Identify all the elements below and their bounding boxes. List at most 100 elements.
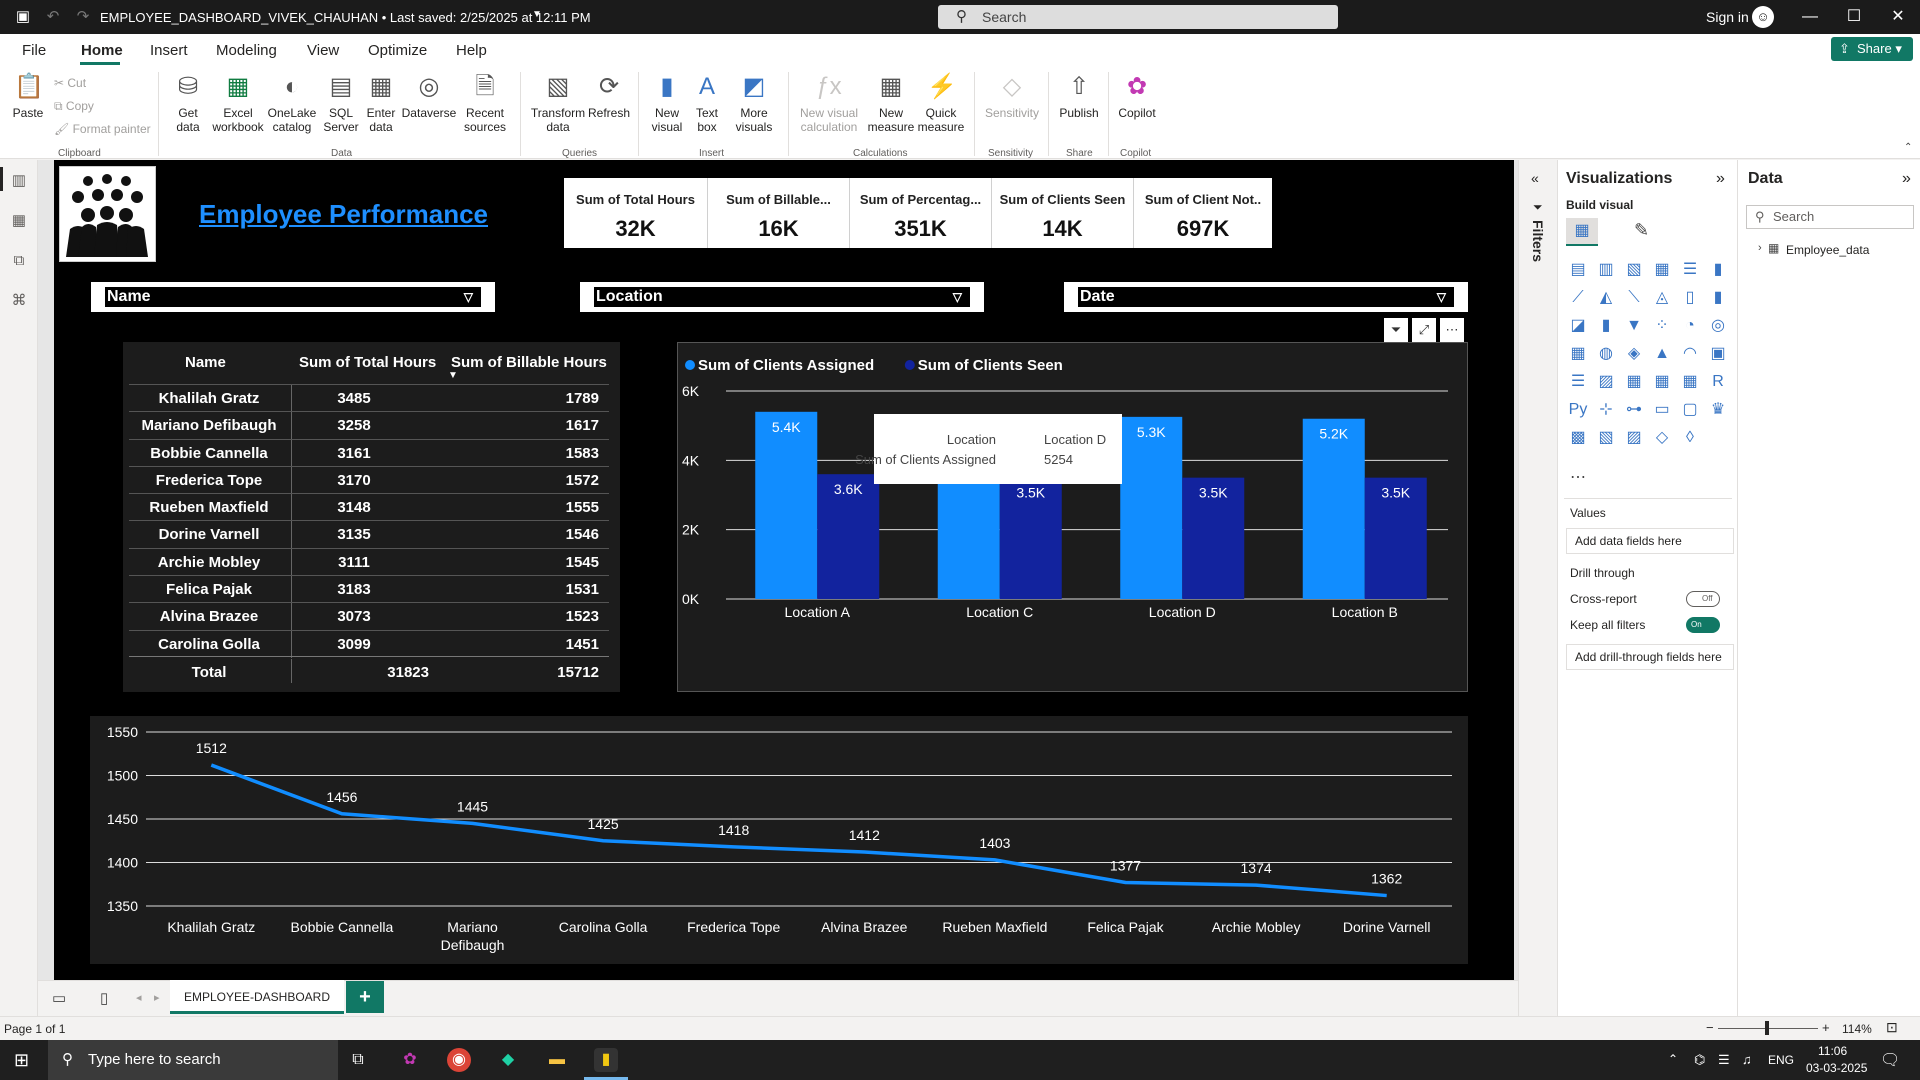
visual-type-icon[interactable]: ▮ bbox=[1596, 316, 1616, 336]
kpi-card[interactable]: Sum of Client Not.. 697K bbox=[1134, 178, 1272, 248]
quick-measure-button[interactable]: ⚡ Quick measure bbox=[916, 72, 966, 134]
menu-home[interactable]: Home bbox=[81, 42, 123, 59]
visual-type-icon[interactable]: ▩ bbox=[1568, 428, 1588, 448]
chevron-down-icon[interactable]: ▼ bbox=[532, 9, 542, 20]
chevron-down-icon[interactable]: ▽ bbox=[953, 287, 962, 307]
mobile-layout-icon[interactable]: ▯ bbox=[100, 989, 108, 1007]
maximize-icon[interactable]: ☐ bbox=[1832, 4, 1876, 30]
table-row[interactable]: Mariano Defibaugh 3258 1617 bbox=[129, 411, 609, 440]
name-slicer[interactable]: Name ▽ bbox=[91, 282, 495, 312]
visual-type-icon[interactable]: ▨ bbox=[1596, 372, 1616, 392]
new-visual-button[interactable]: ▮ New visual bbox=[646, 72, 688, 134]
visual-type-icon[interactable]: ◬ bbox=[1652, 288, 1672, 308]
visual-type-icon[interactable]: ▧ bbox=[1624, 260, 1644, 280]
next-page-icon[interactable]: ▸ bbox=[154, 991, 160, 1004]
onelake-catalog-button[interactable]: ◐ OneLake catalog bbox=[266, 72, 318, 134]
visual-type-icon[interactable]: ▮ bbox=[1708, 288, 1728, 308]
more-options-icon[interactable]: ⋯ bbox=[1440, 318, 1464, 342]
task-view-icon[interactable]: ⧉ bbox=[346, 1048, 370, 1072]
cut-button[interactable]: ✂ Cut bbox=[54, 76, 86, 90]
kpi-card[interactable]: Sum of Percentag... 351K bbox=[850, 178, 992, 248]
build-visual-tab-icon[interactable]: ▦ bbox=[1566, 218, 1598, 246]
menu-modeling[interactable]: Modeling bbox=[216, 42, 277, 59]
visual-type-icon[interactable]: ◔ bbox=[1680, 316, 1700, 336]
undo-icon[interactable]: ↶ bbox=[44, 8, 62, 26]
share-button[interactable]: ⇪ Share ▾ bbox=[1831, 37, 1913, 61]
visual-type-icon[interactable]: ⟍ bbox=[1624, 288, 1644, 308]
search-input[interactable]: ⚲ Search bbox=[938, 5, 1338, 29]
column-header-name[interactable]: Name bbox=[185, 354, 226, 371]
visual-type-icon[interactable]: ⁘ bbox=[1652, 316, 1672, 336]
visual-type-icon[interactable]: ◠ bbox=[1680, 344, 1700, 364]
visual-type-icon[interactable]: ▤ bbox=[1568, 260, 1588, 280]
dataverse-button[interactable]: ◎ Dataverse bbox=[400, 72, 458, 120]
kpi-card[interactable]: Sum of Billable... 16K bbox=[708, 178, 850, 248]
visual-type-icon[interactable]: ◎ bbox=[1708, 316, 1728, 336]
table-row[interactable]: Carolina Golla 3099 1451 bbox=[129, 629, 609, 658]
visual-type-icon[interactable]: ♛ bbox=[1708, 400, 1728, 420]
clock-date[interactable]: 03-03-2025 bbox=[1806, 1061, 1867, 1075]
menu-view[interactable]: View bbox=[307, 42, 339, 59]
publish-button[interactable]: ⇧ Publish bbox=[1054, 72, 1104, 120]
get-data-button[interactable]: ⛁ Get data bbox=[166, 72, 210, 134]
add-page-button[interactable]: + bbox=[346, 981, 384, 1013]
zoom-slider-thumb[interactable] bbox=[1765, 1021, 1769, 1035]
network-icon[interactable]: ⌬ bbox=[1694, 1052, 1705, 1068]
new-visual-calculation-button[interactable]: ƒx New visual calculation bbox=[796, 72, 862, 134]
collapse-pane-icon[interactable]: » bbox=[1902, 170, 1911, 188]
close-icon[interactable]: ✕ bbox=[1876, 4, 1920, 30]
values-well[interactable]: Add data fields here bbox=[1566, 528, 1734, 554]
visual-type-icon[interactable]: ▢ bbox=[1680, 400, 1700, 420]
visual-type-icon[interactable]: ◭ bbox=[1596, 288, 1616, 308]
new-measure-button[interactable]: ▦ New measure bbox=[866, 72, 916, 134]
visual-type-icon[interactable]: ☰ bbox=[1680, 260, 1700, 280]
column-header-total-hours[interactable]: Sum of Total Hours bbox=[299, 354, 436, 371]
report-view-icon[interactable]: ▥ bbox=[10, 172, 28, 190]
save-icon[interactable]: ▣ bbox=[14, 8, 32, 26]
document-title[interactable]: EMPLOYEE_DASHBOARD_VIVEK_CHAUHAN • Last … bbox=[100, 10, 591, 25]
sign-in-link[interactable]: Sign in bbox=[1706, 9, 1749, 25]
visual-type-icon[interactable]: ◊ bbox=[1680, 428, 1700, 448]
table-row[interactable]: Frederica Tope 3170 1572 bbox=[129, 465, 609, 494]
menu-help[interactable]: Help bbox=[456, 42, 487, 59]
minimize-icon[interactable]: — bbox=[1788, 4, 1832, 30]
visual-type-icon[interactable]: ▲ bbox=[1652, 344, 1672, 364]
desktop-layout-icon[interactable]: ▭ bbox=[52, 989, 66, 1007]
visual-type-icon[interactable]: Py bbox=[1568, 400, 1588, 420]
text-box-button[interactable]: A Text box bbox=[690, 72, 724, 134]
visual-type-icon[interactable]: ▦ bbox=[1624, 372, 1644, 392]
kpi-card[interactable]: Sum of Clients Seen 14K bbox=[992, 178, 1134, 248]
format-painter-button[interactable]: 🖌 Format painter bbox=[54, 122, 151, 136]
visual-type-icon[interactable]: ◍ bbox=[1596, 344, 1616, 364]
refresh-button[interactable]: ⟳ Refresh bbox=[586, 72, 632, 120]
power-bi-icon[interactable]: ▮ bbox=[594, 1048, 618, 1072]
visual-type-icon[interactable]: ◈ bbox=[1624, 344, 1644, 364]
chrome-icon[interactable]: ◉ bbox=[447, 1048, 471, 1072]
chevron-down-icon[interactable]: ▽ bbox=[464, 287, 473, 307]
chevron-right-icon[interactable]: › bbox=[1758, 242, 1762, 254]
enter-data-button[interactable]: ▦ Enter data bbox=[362, 72, 400, 134]
expand-filters-icon[interactable]: « bbox=[1531, 170, 1539, 186]
visual-type-icon[interactable]: ▼ bbox=[1624, 316, 1644, 336]
visual-type-icon[interactable]: ▣ bbox=[1708, 344, 1728, 364]
data-search-input[interactable]: ⚲ Search bbox=[1746, 205, 1914, 229]
visual-type-icon[interactable]: ⊶ bbox=[1624, 400, 1644, 420]
fit-to-page-icon[interactable]: ⊡ bbox=[1886, 1019, 1898, 1036]
avatar-icon[interactable]: ☺ bbox=[1752, 6, 1774, 28]
kpi-card[interactable]: Sum of Total Hours 32K bbox=[564, 178, 708, 248]
visual-type-icon[interactable]: ▨ bbox=[1624, 428, 1644, 448]
transform-data-button[interactable]: ▧ Transform data bbox=[528, 72, 588, 134]
menu-insert[interactable]: Insert bbox=[150, 42, 188, 59]
previous-page-icon[interactable]: ◂ bbox=[136, 991, 142, 1004]
copy-button[interactable]: ⧉ Copy bbox=[54, 99, 94, 114]
visual-type-icon[interactable]: ▥ bbox=[1596, 260, 1616, 280]
visual-type-icon[interactable]: ▭ bbox=[1652, 400, 1672, 420]
visual-type-icon[interactable]: ▮ bbox=[1708, 260, 1728, 280]
paste-button[interactable]: 📋 Paste bbox=[10, 72, 46, 120]
table-row[interactable]: Khalilah Gratz 3485 1789 bbox=[129, 384, 609, 412]
filter-icon[interactable]: ⏷ bbox=[1384, 318, 1408, 342]
billable-hours-line-chart[interactable]: 1350 1400 1450 1500 1550 1512 Khalilah Gratz 14… bbox=[90, 716, 1468, 964]
language-indicator[interactable]: ENG bbox=[1768, 1053, 1794, 1067]
copilot-taskbar-icon[interactable]: ✿ bbox=[398, 1048, 422, 1072]
menu-file[interactable]: File bbox=[22, 42, 46, 59]
